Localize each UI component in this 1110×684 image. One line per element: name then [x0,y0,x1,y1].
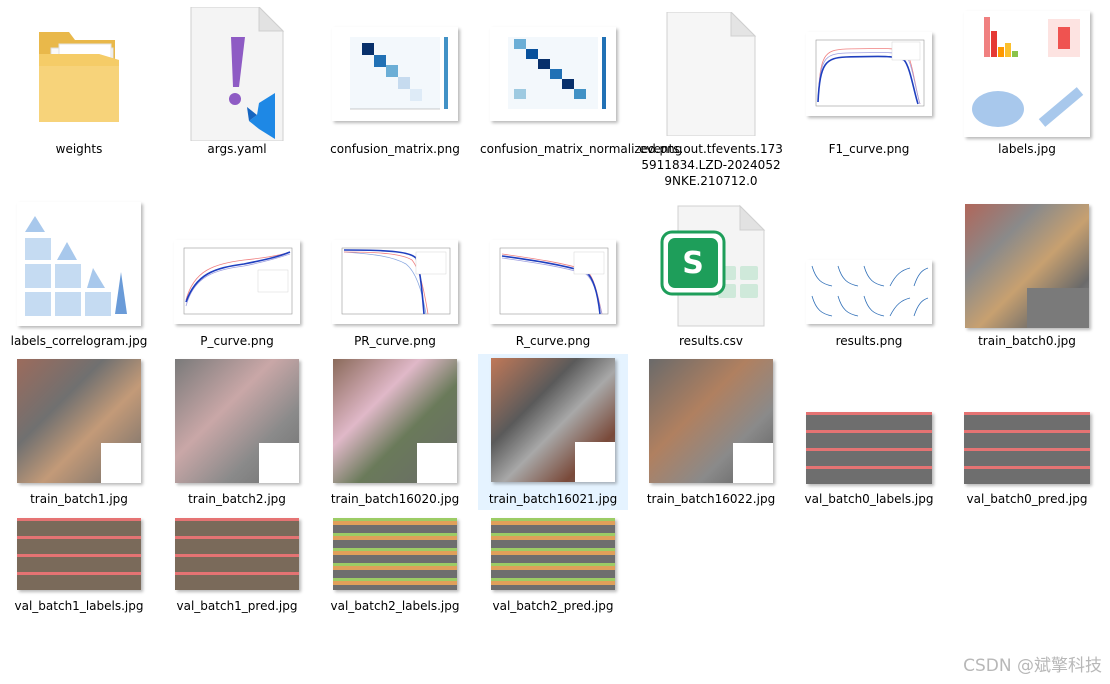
p-curve-thumbnail [174,240,300,324]
file-name: val_batch0_pred.jpg [966,492,1088,506]
file-name: confusion_matrix.png [330,142,460,156]
file-item-labels-jpg[interactable]: labels.jpg [952,4,1102,164]
file-item-weights[interactable]: weights [4,4,154,164]
labels-correlogram-thumbnail [17,202,141,326]
file-name: val_batch2_pred.jpg [492,599,614,613]
file-item-f1-curve[interactable]: F1_curve.png [794,4,944,164]
val-batch0-labels-thumbnail [806,412,932,484]
file-item-val-batch0-pred[interactable]: val_batch0_pred.jpg [952,356,1102,510]
yaml-file-icon [190,7,285,141]
file-item-train-batch16022[interactable]: train_batch16022.jpg [636,356,786,510]
svg-text:S: S [682,246,704,281]
file-item-r-curve[interactable]: R_curve.png [478,196,628,356]
file-item-train-batch2[interactable]: train_batch2.jpg [162,356,312,510]
file-name: val_batch1_labels.jpg [14,599,144,613]
train-batch2-thumbnail [175,359,299,483]
file-name: train_batch16020.jpg [330,492,460,506]
file-name: train_batch1.jpg [30,492,128,506]
file-name: labels.jpg [998,142,1056,156]
folder-icon [39,32,119,122]
file-name: train_batch0.jpg [978,334,1076,348]
file-name: val_batch2_labels.jpg [330,599,460,613]
file-item-train-batch0[interactable]: train_batch0.jpg [952,196,1102,356]
file-name: val_batch1_pred.jpg [176,599,298,613]
file-item-val-batch0-labels[interactable]: val_batch0_labels.jpg [794,356,944,510]
blank-file-icon [666,12,757,136]
file-item-confusion-matrix-normalized[interactable]: confusion_matrix_normalized.png [478,4,683,164]
file-name: R_curve.png [515,334,591,348]
file-item-val-batch1-labels[interactable]: val_batch1_labels.jpg [4,512,154,622]
r-curve-thumbnail [490,240,616,324]
train-batch16022-thumbnail [649,359,773,483]
file-item-confusion-matrix[interactable]: confusion_matrix.png [320,4,470,164]
file-name: val_batch0_labels.jpg [804,492,934,506]
file-item-train-batch1[interactable]: train_batch1.jpg [4,356,154,510]
file-grid: weights args.yaml confusion_matrix.png c… [0,0,1110,684]
train-batch16020-thumbnail [333,359,457,483]
spreadsheet-file-icon: S [660,204,766,327]
file-item-train-batch16021[interactable]: train_batch16021.jpg [478,354,628,510]
file-name: PR_curve.png [354,334,436,348]
file-name: train_batch16022.jpg [646,492,776,506]
file-item-val-batch2-labels[interactable]: val_batch2_labels.jpg [320,512,470,622]
file-name: P_curve.png [200,334,274,348]
val-batch1-labels-thumbnail [17,518,141,590]
labels-thumbnail [964,11,1090,137]
file-name: confusion_matrix_normalized.png [480,142,683,156]
file-item-train-batch16020[interactable]: train_batch16020.jpg [320,356,470,510]
file-name: F1_curve.png [828,142,910,156]
file-name: labels_correlogram.jpg [10,334,148,348]
file-name: args.yaml [207,142,267,156]
file-item-events-tfevents[interactable]: events.out.tfevents.1735911834.LZD-20240… [636,4,786,194]
file-item-results-png[interactable]: results.png [794,196,944,356]
file-item-labels-correlogram[interactable]: labels_correlogram.jpg [4,196,154,356]
file-item-p-curve[interactable]: P_curve.png [162,196,312,356]
pr-curve-thumbnail [332,240,458,324]
val-batch0-pred-thumbnail [964,412,1090,484]
file-item-args-yaml[interactable]: args.yaml [162,4,312,164]
file-item-pr-curve[interactable]: PR_curve.png [320,196,470,356]
train-batch1-thumbnail [17,359,141,483]
file-name: results.csv [679,334,743,348]
val-batch2-pred-thumbnail [491,518,615,590]
file-name: events.out.tfevents.1735911834.LZD-20240… [639,142,783,188]
file-name: train_batch16021.jpg [488,492,618,506]
file-item-results-csv[interactable]: S results.csv [636,196,786,356]
watermark: CSDN @斌擎科技 [963,656,1102,676]
file-name: results.png [835,334,903,348]
file-item-val-batch1-pred[interactable]: val_batch1_pred.jpg [162,512,312,622]
confusion-matrix-normalized-thumbnail [490,27,616,121]
train-batch16021-thumbnail [491,358,615,482]
val-batch1-pred-thumbnail [175,518,299,590]
results-thumbnail [806,260,932,324]
file-name: weights [55,142,103,156]
confusion-matrix-thumbnail [332,27,458,121]
file-name: train_batch2.jpg [188,492,286,506]
train-batch0-thumbnail [965,204,1089,328]
file-item-val-batch2-pred[interactable]: val_batch2_pred.jpg [478,512,628,622]
f1-curve-thumbnail [806,32,932,116]
val-batch2-labels-thumbnail [333,518,457,590]
